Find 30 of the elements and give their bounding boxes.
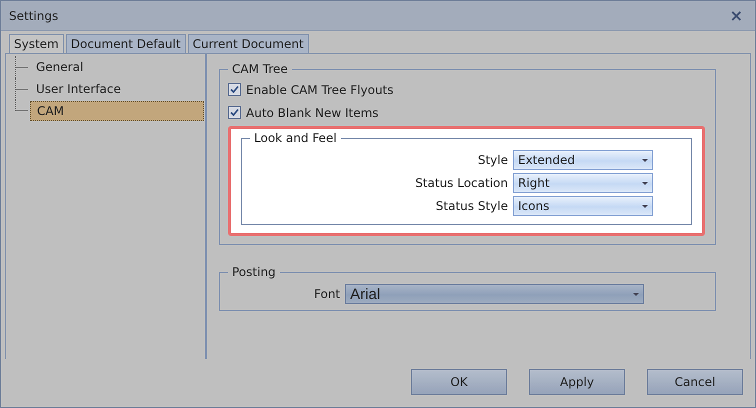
dropdown[interactable]: Right [513, 173, 653, 193]
caret-icon [642, 158, 648, 162]
field-label: Status Style [436, 199, 508, 213]
dialog-button[interactable]: OK [411, 369, 507, 395]
tree-item[interactable]: General [30, 58, 90, 76]
tab[interactable]: System [9, 34, 64, 53]
dropdown[interactable]: Arial [345, 284, 644, 304]
checkbox[interactable] [228, 83, 241, 96]
checkbox-label: Enable CAM Tree Flyouts [246, 82, 394, 96]
checkbox-label: Auto Blank New Items [246, 106, 379, 120]
field-label: Status Location [415, 176, 508, 190]
group-title: Look and Feel [253, 131, 338, 145]
dropdown[interactable]: Extended [513, 150, 653, 170]
tree-item[interactable]: User Interface [30, 80, 127, 98]
tab[interactable]: Document Default [66, 34, 186, 53]
field-label: Font [314, 287, 340, 301]
checkbox[interactable] [228, 106, 241, 119]
tab[interactable]: Current Document [188, 34, 309, 53]
dialog-button[interactable]: Cancel [647, 369, 743, 395]
caret-icon [642, 204, 648, 208]
caret-icon [642, 182, 648, 184]
window-title: Settings [9, 8, 58, 22]
caret-icon [633, 292, 640, 296]
group-title: Posting [231, 265, 277, 279]
tree-item[interactable]: CAM [30, 101, 204, 121]
dialog-button[interactable]: Apply [529, 369, 625, 395]
field-label: Style [478, 153, 508, 167]
dropdown[interactable]: Icons [513, 196, 653, 216]
group-title: CAM Tree [231, 62, 289, 76]
close-button[interactable]: × [726, 6, 747, 25]
